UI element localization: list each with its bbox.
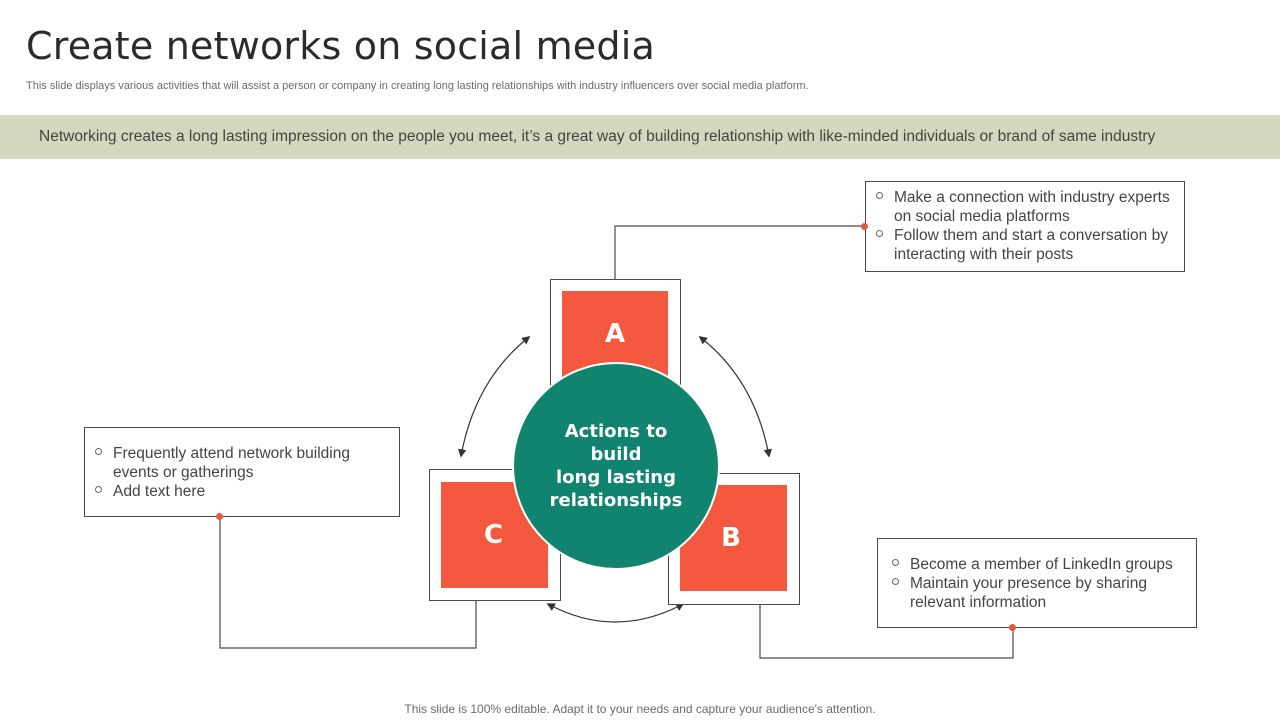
text-box-c: Frequently attend network building event… (84, 427, 400, 517)
bullet-c-2: Add text here (87, 482, 375, 501)
center-circle: Actions to build long lasting relationsh… (512, 362, 720, 570)
footer-note: This slide is 100% editable. Adapt it to… (404, 702, 876, 716)
connector-dot-c (216, 513, 223, 520)
text-box-b: Become a member of LinkedIn groups Maint… (877, 538, 1197, 628)
bullet-a-2: Follow them and start a conversation by … (868, 226, 1174, 264)
center-text: Actions to build long lasting relationsh… (549, 421, 683, 511)
bullet-b-1: Become a member of LinkedIn groups (884, 555, 1186, 574)
arrow-c-b (546, 603, 685, 623)
bullet-circle-icon (95, 486, 102, 493)
bullet-circle-icon (876, 230, 883, 237)
bullet-circle-icon (876, 192, 883, 199)
bullet-c-1: Frequently attend network building event… (87, 444, 375, 482)
connector-dot-a (861, 223, 868, 230)
connector-a (614, 225, 864, 279)
text-box-a: Make a connection with industry experts … (865, 181, 1185, 272)
bullet-circle-icon (892, 559, 899, 566)
connector-dot-b (1009, 624, 1016, 631)
bullet-circle-icon (95, 448, 102, 455)
bullet-a-1: Make a connection with industry experts … (868, 188, 1174, 226)
bullet-circle-icon (892, 578, 899, 585)
bullet-b-2: Maintain your presence by sharing releva… (884, 574, 1186, 612)
